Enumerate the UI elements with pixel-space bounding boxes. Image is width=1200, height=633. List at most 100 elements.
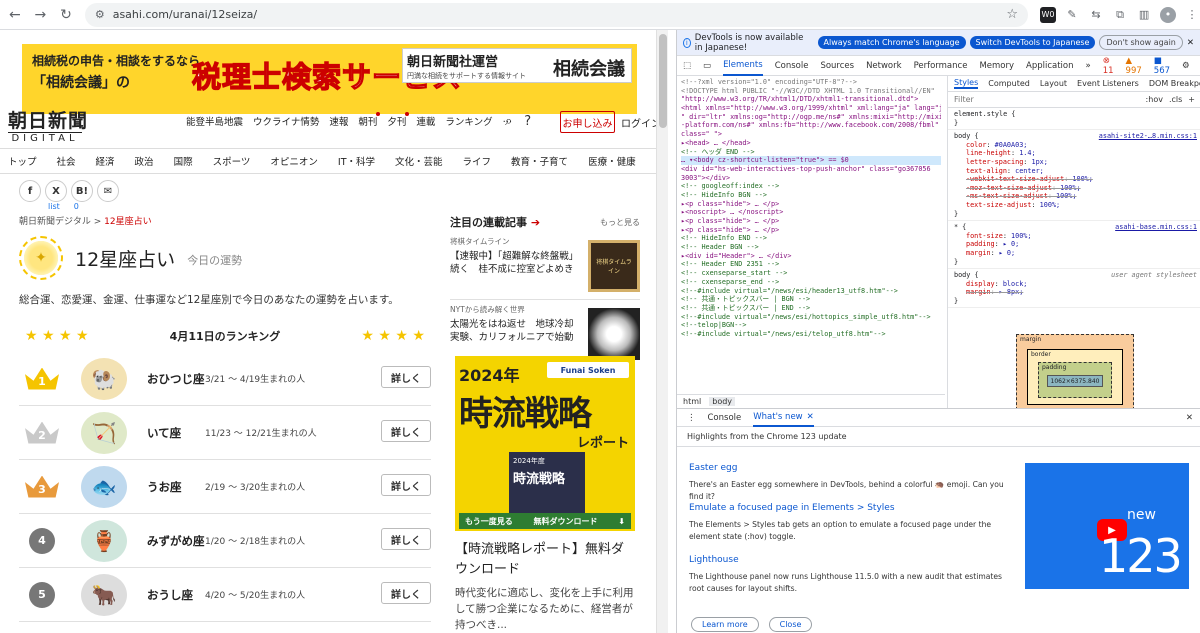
dom-node-line[interactable]: <!--?xml version="1.0" encoding="UTF-8"?…	[681, 78, 941, 87]
facebook-icon[interactable]: f	[19, 180, 41, 202]
styles-filter[interactable]: Filter :hov .cls +	[948, 92, 1200, 108]
ranking-row[interactable]: 4 🏺 みずがめ座 1/20 〜 2/18生まれの人 詳しく	[19, 514, 431, 568]
site-info-icon[interactable]: ⚙	[95, 8, 105, 21]
css-property[interactable]: text-size-adjust: 100%;	[954, 201, 1195, 210]
dom-node-line[interactable]: -platform.com/ns#" xmlns:fb="http://www.…	[681, 121, 941, 130]
css-property[interactable]: -webkit-text-size-adjust: 100%;	[954, 175, 1195, 184]
css-property[interactable]: padding: ▸ 0;	[954, 240, 1195, 249]
crumb-html[interactable]: html	[683, 397, 701, 406]
share-count-label[interactable]: list	[48, 202, 60, 211]
tab-application[interactable]: Application	[1026, 61, 1074, 71]
tab-whats-new[interactable]: What's new ✕	[753, 409, 814, 427]
css-property[interactable]: font-size: 100%;	[954, 232, 1195, 241]
dom-node-line[interactable]: <!-- ヘッダ END -->	[681, 148, 941, 157]
css-property[interactable]: letter-spacing: 1px;	[954, 158, 1195, 167]
nav-item[interactable]: 速報	[329, 114, 348, 128]
category-item[interactable]: 経済	[86, 154, 125, 168]
nav-item[interactable]: ウクライナ情勢	[253, 114, 319, 128]
tab-event-listeners[interactable]: Event Listeners	[1077, 79, 1139, 88]
dom-node-line[interactable]: <!-- HideInfo BGN -->	[681, 191, 941, 200]
ranking-row[interactable]: 3 🐟 うお座 2/19 〜 3/20生まれの人 詳しく	[19, 460, 431, 514]
pen-extension-icon[interactable]: ✎	[1064, 7, 1080, 23]
side-ad-title[interactable]: 【時流戦略レポート】無料ダウンロード	[455, 540, 635, 579]
css-property[interactable]: color: #0A0A03;	[954, 141, 1195, 150]
sync-extension-icon[interactable]: ⇆	[1088, 7, 1104, 23]
category-item[interactable]: トップ	[0, 154, 47, 168]
dom-tree[interactable]: <!--?xml version="1.0" encoding="UTF-8"?…	[677, 76, 945, 392]
forward-icon[interactable]: →	[30, 4, 52, 26]
detail-button[interactable]: 詳しく	[381, 582, 431, 604]
switch-japanese-button[interactable]: Switch DevTools to Japanese	[969, 36, 1096, 49]
css-property[interactable]: -moz-text-size-adjust: 100%;	[954, 184, 1195, 193]
reload-icon[interactable]: ↻	[55, 4, 77, 26]
css-property[interactable]: margin: ▸ 8px;	[954, 288, 1195, 297]
dont-show-button[interactable]: Don't show again	[1099, 35, 1183, 50]
page-scrollbar[interactable]	[656, 30, 668, 633]
dom-node-line[interactable]: " dir="ltr" xmlns:og="http://ogp.me/ns#"…	[681, 113, 941, 122]
category-item[interactable]: オピニオン	[260, 154, 328, 168]
tab-layout[interactable]: Layout	[1040, 79, 1067, 88]
dom-node-line[interactable]: … ▾<body cz-shortcut-listen="true"> == $…	[681, 156, 941, 165]
rule-source-link[interactable]: asahi-site2-…8.min.css:1	[1099, 132, 1197, 141]
category-item[interactable]: 国際	[164, 154, 203, 168]
category-item[interactable]: 教育・子育て	[501, 154, 578, 168]
dom-node-line[interactable]: <html xmlns="http://www.w3.org/1999/xhtm…	[681, 104, 941, 113]
inspect-icon[interactable]: ⬚	[683, 61, 691, 71]
dom-node-line[interactable]: class=" ">	[681, 130, 941, 139]
whats-new-heading[interactable]: Easter egg	[689, 463, 1009, 473]
css-rule[interactable]: body { asahi-site2-…8.min.css:1 color: #…	[948, 130, 1200, 222]
whats-new-heading[interactable]: Lighthouse	[689, 555, 1009, 565]
article-card[interactable]: 将棋タイムライン 【速報中】「超難解な終盤戦」続く 桂不成に控室どよめき 将棋タ…	[450, 236, 640, 300]
login-link[interactable]: ログイン	[621, 115, 661, 130]
tab-performance[interactable]: Performance	[914, 61, 968, 71]
tab-network[interactable]: Network	[866, 61, 902, 71]
side-ad-cta[interactable]: もう一度見る 無料ダウンロード ⬇	[459, 513, 631, 529]
warning-count[interactable]: ▲ 997	[1126, 56, 1142, 76]
css-property[interactable]: margin: ▸ 0;	[954, 249, 1195, 258]
ranking-row[interactable]: 5 🐂 おうし座 4/20 〜 5/20生まれの人 詳しく	[19, 568, 431, 622]
search-icon[interactable]: ⌕	[505, 114, 512, 129]
dom-node-line[interactable]: <!-- cxenseparse_end -->	[681, 278, 941, 287]
more-link[interactable]: もっと見る	[600, 217, 640, 228]
tab-styles[interactable]: Styles	[954, 78, 979, 89]
breadcrumb-home[interactable]: 朝日新聞デジタル	[19, 217, 91, 227]
dom-node-line[interactable]: ▸<p class="hide"> … </p>	[681, 217, 941, 226]
dom-node-line[interactable]: <!--#include virtual="/news/esi/telop_ut…	[681, 330, 941, 339]
match-language-button[interactable]: Always match Chrome's language	[817, 36, 966, 49]
crumb-body[interactable]: body	[709, 397, 736, 406]
help-icon[interactable]: ?	[524, 114, 531, 129]
close-icon[interactable]: ✕	[1187, 38, 1194, 48]
tab-computed[interactable]: Computed	[988, 79, 1030, 88]
detail-button[interactable]: 詳しく	[381, 474, 431, 496]
category-item[interactable]: スポーツ	[203, 154, 261, 168]
dom-node-line[interactable]: "http://www.w3.org/TR/xhtml1/DTD/xhtml1-…	[681, 95, 941, 104]
bookmark-star-icon[interactable]: ☆	[1006, 7, 1018, 22]
dom-node-line[interactable]: ▸<head> … </head>	[681, 139, 941, 148]
close-icon[interactable]: ✕	[807, 412, 814, 422]
close-drawer-icon[interactable]: ✕	[1186, 413, 1193, 423]
dom-node-line[interactable]: <!--telop|BGN-->	[681, 321, 941, 330]
nav-item[interactable]: 夕刊	[387, 112, 410, 128]
cls-toggle[interactable]: .cls	[1169, 95, 1182, 104]
back-icon[interactable]: ←	[4, 4, 26, 26]
site-logo[interactable]: 朝日新聞 DIGITAL	[8, 106, 88, 144]
css-rule[interactable]: body { user agent stylesheet display: bl…	[948, 269, 1200, 309]
nav-item[interactable]: 朝刊	[358, 112, 381, 128]
ranking-row[interactable]: 1 🐏 おひつじ座 3/21 〜 4/19生まれの人 詳しく	[19, 352, 431, 406]
dom-node-line[interactable]: 3003"></div>	[681, 174, 941, 183]
dom-node-line[interactable]: <!-- Header BGN -->	[681, 243, 941, 252]
detail-button[interactable]: 詳しく	[381, 366, 431, 388]
dom-node-line[interactable]: <!--#include virtual="/news/esi/header13…	[681, 287, 941, 296]
dom-node-line[interactable]: <!-- googleoff:index -->	[681, 182, 941, 191]
hatena-bookmark-icon[interactable]: B!	[71, 180, 93, 202]
css-property[interactable]: line-height: 1.4;	[954, 149, 1195, 158]
device-icon[interactable]: ▭	[703, 61, 711, 71]
hov-toggle[interactable]: :hov	[1146, 95, 1163, 104]
learn-more-button[interactable]: Learn more	[691, 617, 759, 632]
banner-ad[interactable]: 相続税の申告・相談をするなら 「相続会議」の 税理士検索サービス 朝日新聞社運営…	[22, 44, 637, 114]
dom-node-line[interactable]: <!-- 共通・トピックスバー | BGN -->	[681, 295, 941, 304]
css-property[interactable]: -ms-text-size-adjust: 100%;	[954, 192, 1195, 201]
error-count[interactable]: ⊗ 11	[1103, 56, 1114, 76]
dom-node-line[interactable]: <!-- 共通・トピックスバー | END -->	[681, 304, 941, 313]
rule-source-link[interactable]: asahi-base.min.css:1	[1115, 223, 1197, 232]
